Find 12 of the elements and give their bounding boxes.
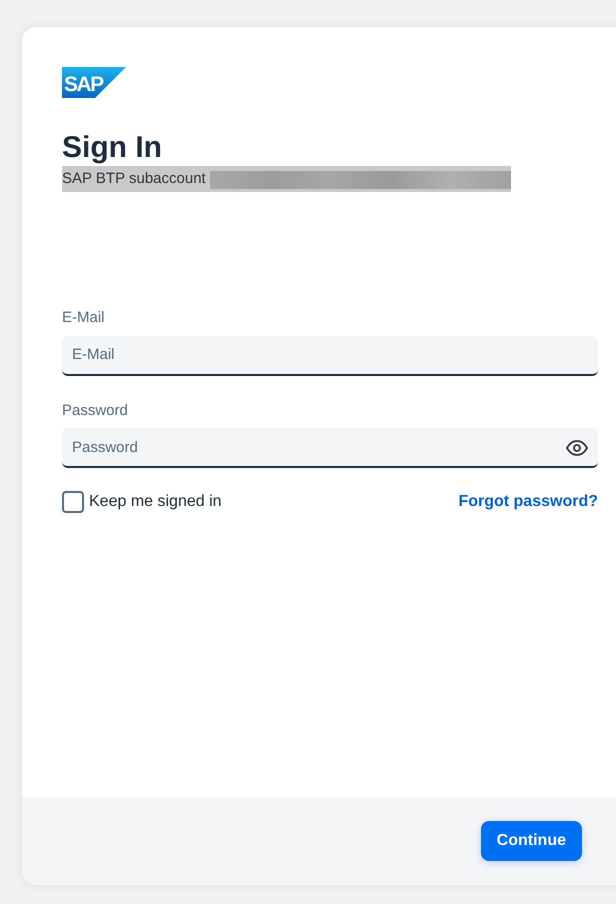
field-label: E-Mail — [62, 308, 106, 328]
field-label: Password — [62, 400, 129, 420]
checkbox[interactable] — [62, 491, 84, 513]
input-field[interactable]: Password — [62, 428, 598, 468]
forgot-password-link[interactable]: Forgot password? — [458, 490, 598, 514]
sap-logo: SAP — [62, 67, 126, 98]
checkbox-label: Keep me signed in — [89, 492, 222, 512]
eye-icon[interactable] — [566, 440, 588, 456]
subtitle: SAP BTP subaccount — [62, 168, 207, 189]
input-field[interactable]: E-Mail — [62, 336, 598, 376]
page-title: Sign In — [62, 130, 163, 166]
continue-button[interactable]: Continue — [480, 821, 582, 861]
